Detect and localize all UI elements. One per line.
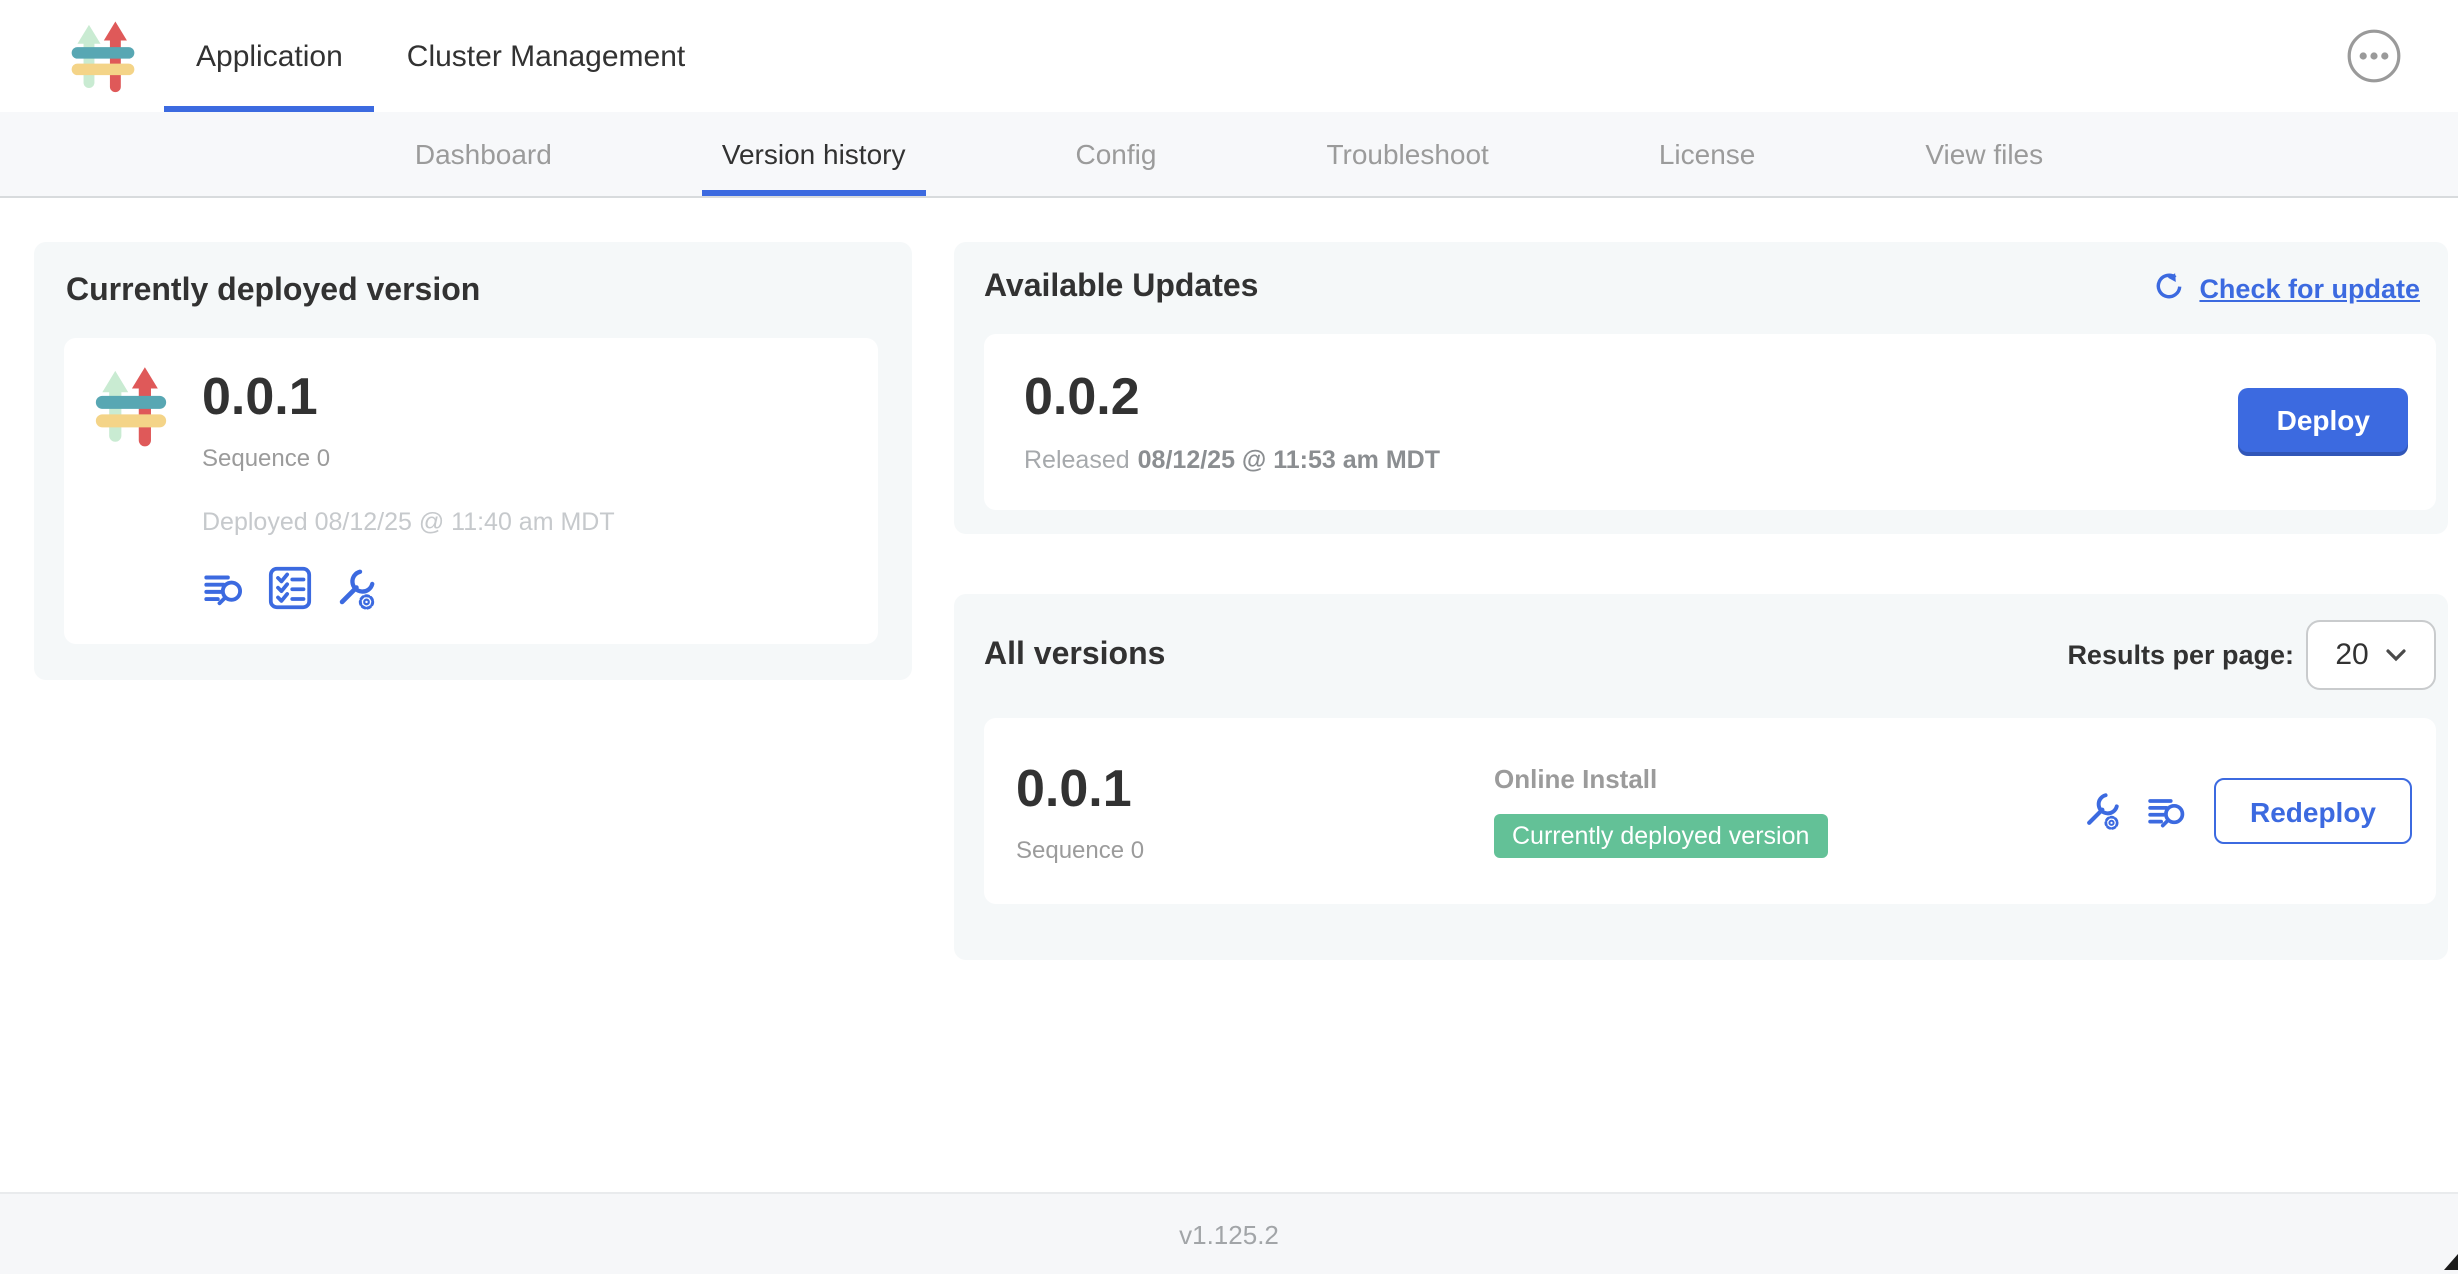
check-for-update-link[interactable]: Check for update bbox=[2151, 271, 2420, 305]
results-per-page-label: Results per page: bbox=[2067, 640, 2294, 670]
subtab-license[interactable]: License bbox=[1639, 112, 1776, 196]
update-version-number: 0.0.2 bbox=[1024, 366, 1440, 426]
update-released-line: Released 08/12/25 @ 11:53 am MDT bbox=[1024, 446, 1440, 474]
app-logo-icon bbox=[94, 366, 168, 458]
deployed-timestamp: Deployed 08/12/25 @ 11:40 am MDT bbox=[202, 508, 615, 536]
deployed-actions bbox=[202, 564, 615, 612]
all-versions-title: All versions bbox=[984, 637, 1165, 673]
subtab-config-label: Config bbox=[1076, 138, 1157, 170]
tab-application[interactable]: Application bbox=[164, 0, 375, 112]
row-version-number: 0.0.1 bbox=[1016, 758, 1494, 818]
available-update-row: 0.0.2 Released 08/12/25 @ 11:53 am MDT De… bbox=[984, 334, 2436, 510]
subtab-dashboard[interactable]: Dashboard bbox=[395, 112, 572, 196]
currently-deployed-card: Currently deployed version 0.0.1 Sequenc… bbox=[34, 242, 912, 680]
preflight-checks-icon[interactable] bbox=[266, 564, 314, 612]
refresh-icon bbox=[2151, 271, 2185, 305]
check-for-update-label: Check for update bbox=[2199, 273, 2420, 303]
row-sequence: Sequence 0 bbox=[1016, 836, 1494, 864]
right-column: Available Updates Check for update 0.0.2… bbox=[954, 242, 2448, 960]
deployed-version-details: 0.0.1 Sequence 0 Deployed 08/12/25 @ 11:… bbox=[202, 366, 615, 612]
app-logo bbox=[0, 0, 136, 112]
subtab-version-history[interactable]: Version history bbox=[702, 112, 926, 196]
all-versions-header: All versions Results per page: 20 bbox=[984, 620, 2436, 690]
deployed-card-title: Currently deployed version bbox=[66, 274, 878, 310]
top-nav-tabs: Application Cluster Management bbox=[164, 0, 717, 112]
version-row: 0.0.1 Sequence 0 Online Install Currentl… bbox=[984, 718, 2436, 904]
view-logs-icon[interactable] bbox=[2146, 789, 2190, 833]
deployed-version-number: 0.0.1 bbox=[202, 366, 615, 426]
top-nav: Application Cluster Management bbox=[0, 0, 2458, 112]
console-version: v1.125.2 bbox=[1179, 1219, 1279, 1249]
released-timestamp: 08/12/25 @ 11:53 am MDT bbox=[1138, 446, 1440, 474]
admin-console: Application Cluster Management Dashboard… bbox=[0, 0, 2458, 1274]
available-updates-title: Available Updates bbox=[984, 270, 1258, 306]
available-updates-card: Available Updates Check for update 0.0.2… bbox=[954, 242, 2448, 534]
main-content: Currently deployed version 0.0.1 Sequenc… bbox=[0, 198, 2458, 1192]
deployed-sequence: Sequence 0 bbox=[202, 444, 615, 472]
version-row-actions: Redeploy bbox=[2080, 778, 2412, 844]
ellipsis-menu-icon[interactable] bbox=[2346, 28, 2402, 84]
version-row-version: 0.0.1 Sequence 0 bbox=[1016, 758, 1494, 864]
subtab-license-label: License bbox=[1659, 138, 1756, 170]
edit-config-icon[interactable] bbox=[2080, 790, 2122, 832]
status-badge: Currently deployed version bbox=[1494, 814, 1827, 858]
available-updates-header: Available Updates Check for update bbox=[984, 270, 2436, 306]
app-sub-nav: Dashboard Version history Config Trouble… bbox=[0, 112, 2458, 198]
results-per-page-value: 20 bbox=[2335, 638, 2368, 672]
install-type-label: Online Install bbox=[1494, 764, 2080, 794]
subtab-view-files-label: View files bbox=[1925, 138, 2043, 170]
results-per-page: Results per page: 20 bbox=[2067, 620, 2436, 690]
tab-cluster-management-label: Cluster Management bbox=[407, 39, 685, 73]
top-nav-right bbox=[2346, 0, 2458, 112]
version-row-status: Online Install Currently deployed versio… bbox=[1494, 764, 2080, 858]
subtab-troubleshoot[interactable]: Troubleshoot bbox=[1306, 112, 1508, 196]
view-logs-icon[interactable] bbox=[202, 565, 248, 611]
deploy-button[interactable]: Deploy bbox=[2239, 388, 2408, 452]
arrows-logo-icon bbox=[70, 19, 136, 93]
redeploy-button[interactable]: Redeploy bbox=[2214, 778, 2412, 844]
results-per-page-select[interactable]: 20 bbox=[2306, 620, 2436, 690]
subtab-config[interactable]: Config bbox=[1056, 112, 1177, 196]
subtab-view-files[interactable]: View files bbox=[1905, 112, 2063, 196]
subtab-troubleshoot-label: Troubleshoot bbox=[1326, 138, 1488, 170]
subtab-version-history-label: Version history bbox=[722, 138, 906, 170]
deployed-version-panel: 0.0.1 Sequence 0 Deployed 08/12/25 @ 11:… bbox=[64, 338, 878, 644]
chevron-down-icon bbox=[2387, 648, 2407, 662]
all-versions-card: All versions Results per page: 20 0.0. bbox=[954, 594, 2448, 960]
tab-application-label: Application bbox=[196, 39, 343, 73]
console-footer: v1.125.2 bbox=[0, 1192, 2458, 1274]
mouse-cursor bbox=[2444, 1254, 2458, 1270]
tab-cluster-management[interactable]: Cluster Management bbox=[375, 0, 717, 112]
released-label: Released bbox=[1024, 446, 1130, 474]
subtab-dashboard-label: Dashboard bbox=[415, 138, 552, 170]
edit-config-icon[interactable] bbox=[332, 565, 378, 611]
update-details: 0.0.2 Released 08/12/25 @ 11:53 am MDT bbox=[1024, 366, 1440, 474]
